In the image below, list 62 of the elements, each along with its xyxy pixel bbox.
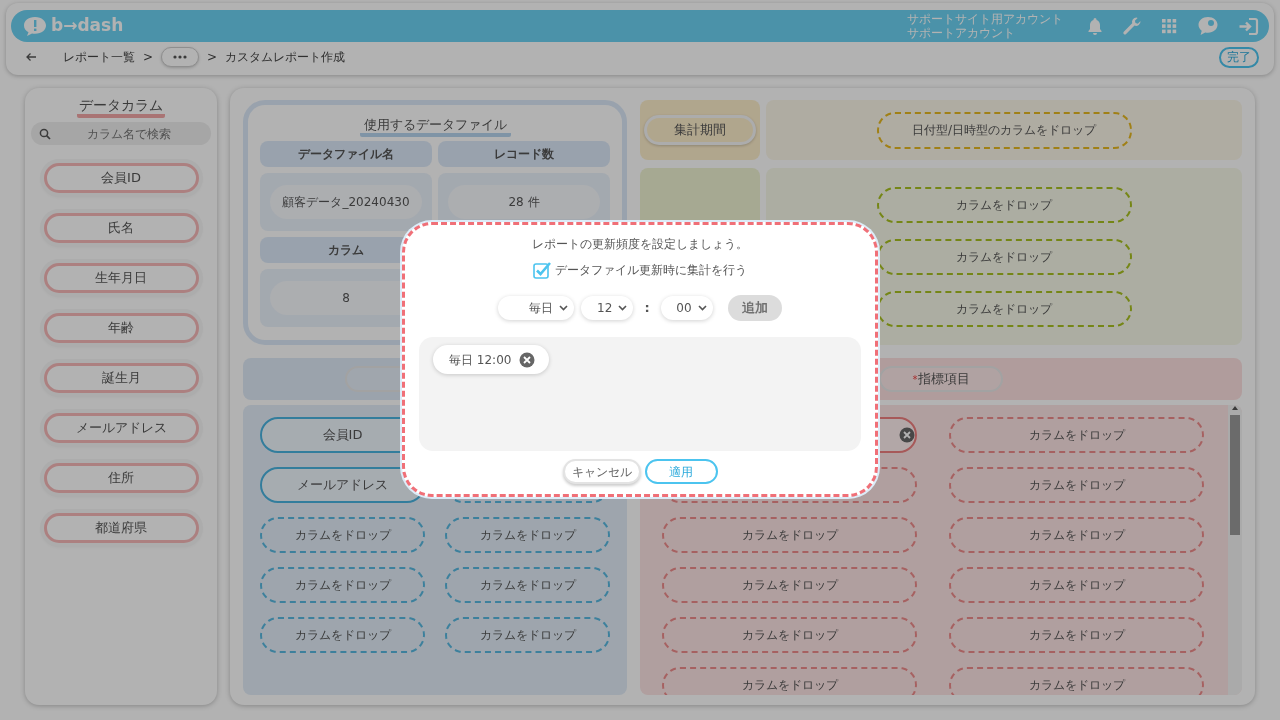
drop-zone[interactable]: カラムをドロップ (445, 517, 610, 553)
drop-zone[interactable]: カラムをドロップ (445, 617, 610, 653)
chevron-down-icon (559, 305, 569, 311)
select-field[interactable]: 12 (581, 296, 634, 320)
more-button[interactable] (161, 47, 200, 67)
panel-title: データカラム (77, 96, 165, 118)
remove-icon[interactable] (899, 427, 915, 443)
drop-zone[interactable]: カラムをドロップ (260, 517, 425, 553)
back-arrow-icon[interactable] (25, 52, 37, 62)
account-name: サポートサイト用アカウント (907, 12, 1063, 26)
period-label: 集計期間 (644, 115, 756, 145)
drop-zone[interactable]: カラムをドロップ (949, 417, 1204, 453)
checkbox-label: データファイル更新時に集計を行う (555, 262, 747, 279)
section-title: 使用するデータファイル (359, 117, 511, 137)
drop-zone[interactable]: カラムをドロップ (260, 567, 425, 603)
bell-icon[interactable] (1087, 17, 1103, 35)
column-header: レコード数 (438, 141, 610, 167)
drop-zone[interactable]: カラムをドロップ (949, 517, 1204, 553)
drop-zone[interactable]: 日付型/日時型のカラムをドロップ (876, 111, 1132, 149)
sign-in-icon[interactable] (1238, 16, 1259, 36)
schedule-label: 毎日 12:00 (449, 351, 512, 369)
logo-text: b→dash (51, 14, 124, 38)
breadcrumb-separator: > (207, 49, 218, 66)
dialog-message: レポートの更新頻度を設定しましょう。 (532, 236, 748, 253)
select-field[interactable]: 00 (660, 296, 713, 320)
drop-zone[interactable]: カラムをドロップ (260, 617, 425, 653)
cancel-button[interactable]: キャンセル (562, 459, 641, 484)
scroll-up-icon[interactable] (1231, 405, 1239, 411)
drop-zone[interactable]: カラムをドロップ (949, 467, 1204, 503)
drop-zone[interactable]: カラムをドロップ (949, 667, 1204, 695)
drop-zone[interactable]: カラムをドロップ (662, 617, 917, 653)
chevron-down-icon (697, 305, 707, 311)
drop-zone[interactable]: カラムをドロップ (949, 617, 1204, 653)
logo-bubble-icon (23, 16, 47, 36)
search-field[interactable]: カラム名で検索 (31, 122, 211, 145)
remove-icon[interactable] (519, 351, 536, 368)
account-name: サポートアカウント (907, 26, 1016, 40)
apply-button[interactable]: 適用 (644, 459, 718, 484)
select-field[interactable]: 毎日 (498, 296, 575, 320)
wrench-icon[interactable] (1122, 16, 1142, 36)
required-mark: * (912, 373, 918, 387)
more-icon (173, 55, 188, 59)
scrollbar[interactable] (1228, 405, 1242, 695)
value-field: 28 件 (448, 185, 600, 219)
chevron-down-icon (618, 305, 628, 311)
drop-zone[interactable]: カラムをドロップ (445, 567, 610, 603)
drop-zone[interactable]: カラムをドロップ (662, 517, 917, 553)
search-icon (39, 128, 51, 140)
grid-icon[interactable] (1161, 17, 1178, 35)
breadcrumb-link[interactable]: レポート一覧 (63, 48, 135, 66)
measure-label-text: 指標項目 (917, 370, 970, 389)
checkbox[interactable] (533, 261, 551, 279)
value-field: 顧客データ_20240430 (270, 185, 422, 219)
drop-zone[interactable]: カラムをドロップ (949, 567, 1204, 603)
drop-zone[interactable]: カラムをドロップ (662, 667, 917, 695)
breadcrumb-current: カスタムレポート作成 (225, 49, 346, 66)
time-separator: : (644, 299, 650, 318)
drop-zone[interactable]: カラムをドロップ (662, 567, 917, 603)
drop-zone[interactable]: カラムをドロップ (876, 186, 1132, 223)
chat-bubble-icon[interactable] (1197, 16, 1219, 36)
column-header: データファイル名 (260, 141, 432, 167)
breadcrumb-separator: > (143, 49, 154, 66)
